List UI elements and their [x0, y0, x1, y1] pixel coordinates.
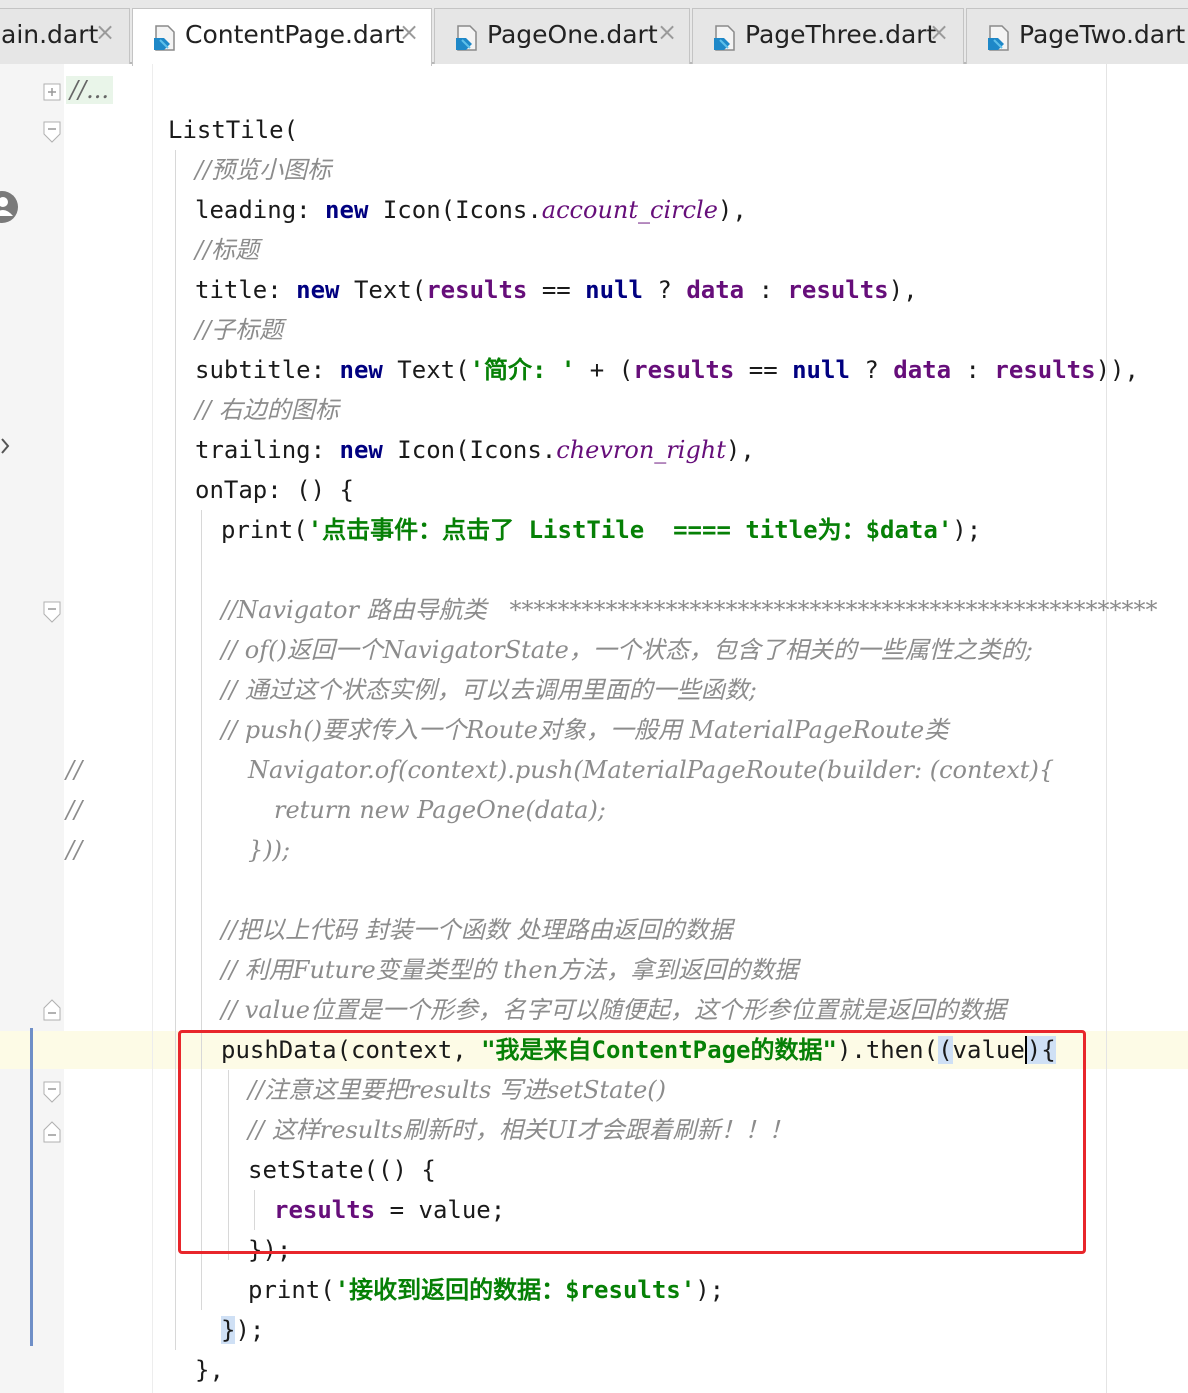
dart-file-icon	[456, 25, 477, 51]
comment-navigator-1: //Navigator 路由导航类 **********************…	[221, 596, 1158, 624]
code-line-listtile: ListTile(	[168, 116, 299, 144]
dart-file-icon	[714, 25, 735, 51]
code-line-ontap: onTap: () {	[195, 476, 354, 504]
gutter-comment-mark: //	[66, 836, 83, 864]
code-line-close-then: });	[221, 1316, 265, 1344]
code-line-print-results: print('接收到返回的数据：$results');	[248, 1276, 725, 1304]
comment-navigator-2: // of()返回一个NavigatorState，一个状态，包含了相关的一些属…	[221, 636, 1033, 664]
comment-subtitle: //子标题	[195, 316, 284, 344]
comment-wrap-3: // value位置是一个形参，名字可以随便起，这个形参位置就是返回的数据	[221, 996, 1007, 1024]
tab-close-icon[interactable]: ×	[399, 18, 419, 46]
comment-trailing: // 右边的图标	[195, 396, 339, 424]
fold-collapse-icon[interactable]	[42, 118, 62, 148]
comment-navigator-4: // push()要求传入一个Route对象，一般用 MaterialPageR…	[221, 716, 949, 744]
comment-title: //标题	[195, 236, 260, 264]
code-line-subtitle: subtitle: new Text('简介: ' + (results == …	[195, 356, 1139, 384]
commented-code-return: return new PageOne(data);	[274, 796, 606, 824]
editor-tab-bar: ain.dart × ContentPage.dart × PageOne.da…	[0, 0, 1188, 66]
tab-label: PageTwo.dart	[1019, 20, 1186, 49]
fold-collapse-icon[interactable]	[42, 1078, 62, 1108]
dart-file-icon	[154, 25, 175, 51]
commented-code-close: }));	[248, 836, 291, 864]
tab-page-three-dart[interactable]: PageThree.dart ×	[692, 8, 964, 64]
tab-close-icon[interactable]: ×	[95, 18, 115, 46]
gutter-comment-mark: //	[66, 756, 83, 784]
fold-collapse-icon[interactable]	[42, 598, 62, 628]
dart-file-icon	[988, 25, 1009, 51]
commented-code-push: Navigator.of(context).push(MaterialPageR…	[248, 756, 1055, 784]
vcs-change-marker[interactable]	[30, 1028, 33, 1346]
fold-end-icon[interactable]	[42, 994, 62, 1024]
tab-page-one-dart[interactable]: PageOne.dart ×	[434, 8, 690, 64]
comment-wrap-2: // 利用Future变量类型的 then方法，拿到返回的数据	[221, 956, 799, 984]
comment-wrap-1: //把以上代码 封装一个函数 处理路由返回的数据	[221, 916, 733, 944]
indent-guide	[175, 150, 176, 1350]
collapsed-text: //...	[66, 76, 114, 104]
code-line-print-tap: print('点击事件：点击了 ListTile ==== title为：$da…	[221, 516, 982, 544]
red-annotation-box	[178, 1030, 1086, 1254]
code-line-close-ontap: },	[195, 1356, 224, 1384]
tab-main-dart[interactable]: ain.dart ×	[0, 8, 130, 64]
tab-close-icon[interactable]: ×	[657, 18, 677, 46]
tab-label: PageThree.dart	[745, 20, 937, 49]
gutter-divider	[152, 64, 153, 1393]
tab-page-two-dart[interactable]: PageTwo.dart	[966, 8, 1188, 64]
account-circle-icon[interactable]	[0, 190, 20, 224]
tab-label: ain.dart	[1, 20, 99, 49]
code-line-trailing: trailing: new Icon(Icons.chevron_right),	[195, 436, 755, 464]
tab-close-icon[interactable]: ×	[929, 18, 949, 46]
right-margin-guide	[1106, 64, 1107, 1393]
gutter-comment-mark: //	[66, 796, 83, 824]
fold-expand-icon[interactable]	[42, 78, 62, 108]
tab-label: ContentPage.dart	[185, 20, 405, 49]
tab-label: PageOne.dart	[487, 20, 658, 49]
tab-content-page-dart[interactable]: ContentPage.dart ×	[132, 8, 432, 66]
comment-preview-icon: //预览小图标	[195, 156, 332, 184]
code-line-title: title: new Text(results == null ? data :…	[195, 276, 918, 304]
chevron-right-icon[interactable]	[0, 436, 12, 456]
code-line-leading: leading: new Icon(Icons.account_circle),	[195, 196, 747, 224]
collapsed-region[interactable]: //...	[66, 70, 114, 110]
fold-end-icon[interactable]	[42, 1116, 62, 1146]
comment-navigator-3: // 通过这个状态实例，可以去调用里面的一些函数;	[221, 676, 757, 704]
